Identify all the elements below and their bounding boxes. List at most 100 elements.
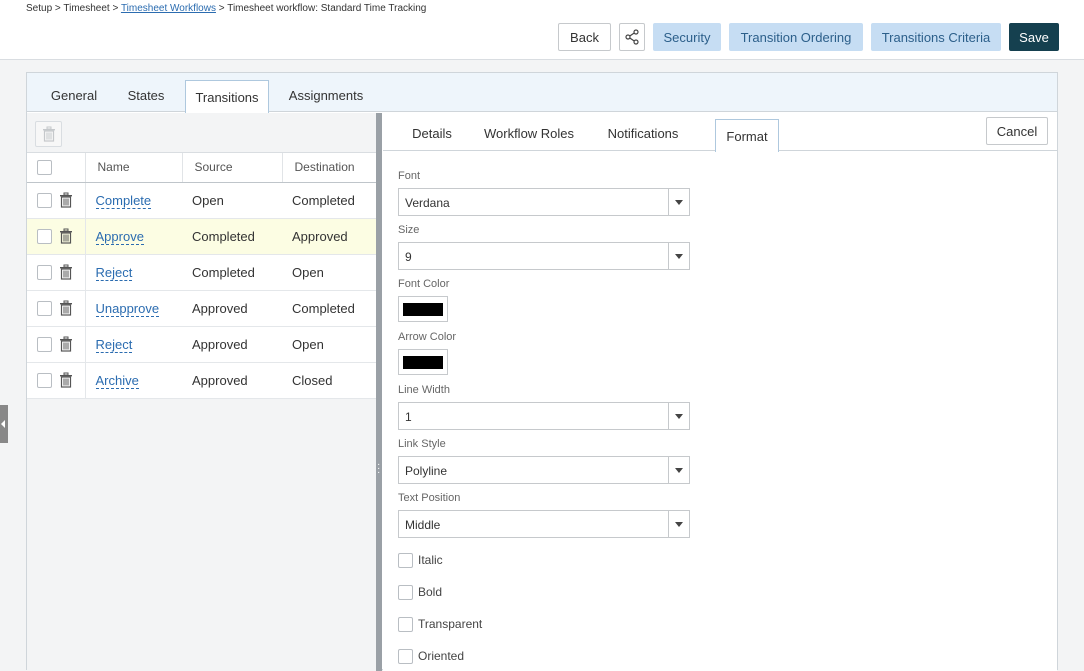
arrow-color-picker[interactable] [398, 349, 448, 375]
transition-name-link[interactable]: Complete [95, 192, 152, 209]
transition-name-link[interactable]: Reject [95, 336, 133, 353]
trash-icon[interactable] [59, 372, 73, 388]
transition-ordering-button[interactable]: Transition Ordering [729, 23, 863, 51]
size-label: Size [398, 224, 420, 236]
transitions-criteria-button[interactable]: Transitions Criteria [871, 23, 1001, 51]
trash-icon[interactable] [59, 336, 73, 352]
oriented-label: Oriented [418, 649, 465, 663]
text-position-select[interactable]: Middle [398, 510, 690, 538]
tab-transitions[interactable]: Transitions [185, 80, 269, 113]
column-header-destination[interactable]: Destination [282, 153, 378, 183]
transition-name-link[interactable]: Reject [95, 264, 133, 281]
row-actions-cell [27, 182, 86, 219]
name-cell: Reject [85, 254, 182, 291]
column-header-source[interactable]: Source [182, 153, 283, 183]
arrow-color-swatch [403, 356, 443, 369]
pane-splitter[interactable]: · · · [376, 113, 382, 671]
row-checkbox[interactable] [37, 264, 52, 280]
size-select[interactable]: 9 [398, 242, 690, 270]
table-row[interactable]: Complete Open Completed [27, 182, 377, 219]
font-select-value: Verdana [405, 196, 450, 210]
name-cell: Approve [85, 218, 182, 255]
font-color-label: Font Color [398, 278, 450, 290]
destination-cell: Closed [282, 362, 377, 399]
tab-general[interactable]: General [41, 73, 107, 112]
table-row[interactable]: Reject Completed Open [27, 254, 377, 291]
row-actions-cell [27, 362, 86, 399]
tab-format[interactable]: Format [715, 119, 779, 152]
font-color-picker[interactable] [398, 296, 448, 322]
table-row[interactable]: Archive Approved Closed [27, 362, 377, 399]
tab-details[interactable]: Details [397, 113, 467, 151]
name-cell: Unapprove [85, 290, 182, 327]
grid-toolbar [27, 113, 377, 153]
oriented-checkbox[interactable] [398, 648, 413, 664]
size-select-value: 9 [405, 250, 412, 264]
row-checkbox[interactable] [37, 372, 52, 388]
italic-option[interactable]: Italic [398, 552, 443, 568]
destination-cell: Open [282, 254, 377, 291]
select-divider [668, 243, 669, 269]
line-width-select[interactable]: 1 [398, 402, 690, 430]
transitions-list-pane: Name Source Destination Complete Open Comp… [27, 113, 378, 671]
link-style-label: Link Style [398, 438, 446, 450]
security-button[interactable]: Security [653, 23, 721, 51]
row-checkbox[interactable] [37, 228, 52, 244]
transitions-table: Name Source Destination Complete Open Comp… [27, 153, 378, 399]
trash-icon[interactable] [59, 228, 73, 244]
trash-icon [42, 126, 55, 142]
row-actions-cell [27, 218, 86, 255]
italic-label: Italic [418, 553, 443, 567]
transparent-checkbox[interactable] [398, 616, 413, 632]
link-style-select[interactable]: Polyline [398, 456, 690, 484]
share-button[interactable] [619, 23, 645, 51]
select-divider [668, 189, 669, 215]
font-select[interactable]: Verdana [398, 188, 690, 216]
transition-name-link[interactable]: Unapprove [95, 300, 160, 317]
italic-checkbox[interactable] [398, 552, 413, 568]
top-bar: Setup > Timesheet > Timesheet Workflows … [0, 0, 1084, 60]
row-checkbox[interactable] [37, 336, 52, 352]
transparent-option[interactable]: Transparent [398, 616, 482, 632]
bold-option[interactable]: Bold [398, 584, 442, 600]
collapse-panel-handle[interactable] [0, 405, 8, 443]
trash-icon[interactable] [59, 300, 73, 316]
select-all-checkbox[interactable] [37, 159, 52, 175]
breadcrumb-timesheet[interactable]: Timesheet [63, 3, 109, 14]
tab-workflow-roles[interactable]: Workflow Roles [477, 113, 581, 151]
transition-name-link[interactable]: Approve [95, 228, 144, 245]
table-row[interactable]: Reject Approved Open [27, 326, 377, 363]
row-actions-cell [27, 326, 86, 363]
tab-assignments[interactable]: Assignments [279, 73, 373, 112]
back-button[interactable]: Back [558, 23, 611, 51]
source-cell: Completed [182, 254, 282, 291]
chevron-down-icon [675, 200, 683, 205]
table-row[interactable]: Unapprove Approved Completed [27, 290, 377, 327]
table-row[interactable]: Approve Completed Approved [27, 218, 377, 255]
save-button[interactable]: Save [1009, 23, 1059, 51]
trash-icon[interactable] [59, 264, 73, 280]
destination-cell: Completed [282, 182, 377, 219]
row-checkbox[interactable] [37, 300, 52, 316]
breadcrumb-setup[interactable]: Setup [26, 3, 52, 14]
trash-icon[interactable] [59, 192, 73, 208]
cancel-button[interactable]: Cancel [986, 117, 1048, 145]
row-checkbox[interactable] [37, 192, 52, 208]
destination-cell: Open [282, 326, 377, 363]
select-divider [668, 457, 669, 483]
oriented-option[interactable]: Oriented [398, 648, 464, 664]
bold-checkbox[interactable] [398, 584, 413, 600]
tab-notifications[interactable]: Notifications [591, 113, 695, 151]
font-color-swatch [403, 303, 443, 316]
name-cell: Archive [85, 362, 182, 399]
delete-selected-button[interactable] [35, 121, 62, 147]
chevron-down-icon [675, 254, 683, 259]
breadcrumb-timesheet-workflows[interactable]: Timesheet Workflows [121, 3, 216, 14]
destination-cell: Approved [282, 218, 377, 255]
breadcrumb-separator: > [112, 3, 119, 14]
share-icon [625, 29, 639, 45]
transition-name-link[interactable]: Archive [95, 372, 139, 389]
arrow-color-label: Arrow Color [398, 331, 457, 343]
tab-states[interactable]: States [117, 73, 175, 112]
column-header-name[interactable]: Name [85, 153, 183, 183]
